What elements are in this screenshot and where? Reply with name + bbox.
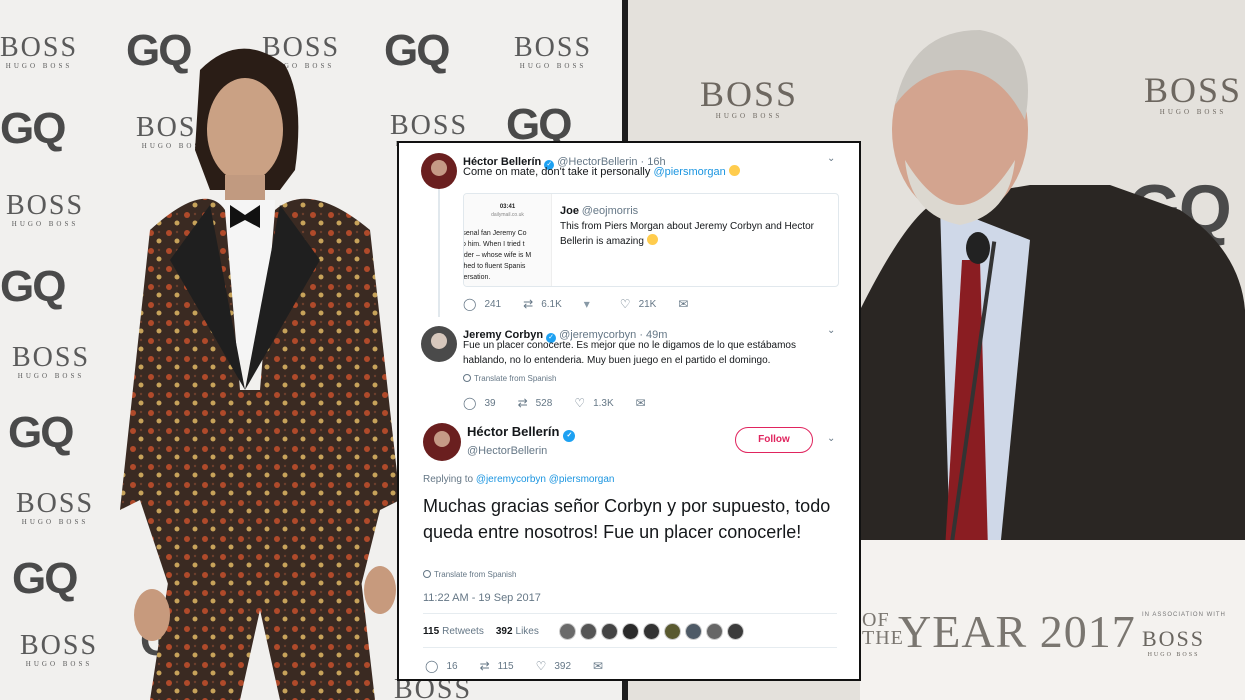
tweet2-actions: ◯ 39 ⇄ 528 ♡ 1.3K ✉ <box>463 396 676 410</box>
globe-icon <box>423 570 431 578</box>
retweet-icon: ⇄ <box>523 297 534 311</box>
main-author-name[interactable]: Héctor Bellerín ✓ <box>467 424 578 442</box>
avatar[interactable] <box>600 623 618 640</box>
divider <box>423 647 837 648</box>
avatar[interactable] <box>421 153 457 189</box>
heart-icon: ♡ <box>619 297 631 311</box>
retweet-icon: ⇄ <box>479 659 490 673</box>
message-button[interactable]: ✉ <box>678 297 696 311</box>
engagement-stats: 115 Retweets 392 Likes <box>423 623 748 640</box>
reply-button[interactable]: ◯ 16 <box>425 659 458 673</box>
main-actions: ◯ 16 ⇄ 115 ♡ 392 ✉ <box>425 659 633 673</box>
wall-boss-logo: BOSSHUGO BOSS <box>514 32 593 70</box>
follow-button[interactable]: Follow <box>735 427 813 453</box>
wall-boss-logo: BOSSHUGO BOSS <box>700 74 799 120</box>
envelope-icon: ✉ <box>678 297 689 311</box>
mention-link[interactable]: @piersmorgan <box>653 166 725 178</box>
chevron-down-icon[interactable]: ⌄ <box>827 153 835 164</box>
retweeted-indicator[interactable]: ▾ <box>584 297 598 311</box>
laughing-emoji-icon <box>728 165 740 176</box>
main-handle[interactable]: @HectorBellerin <box>467 445 578 457</box>
man-in-patterned-suit-figure <box>120 48 400 700</box>
main-author: Héctor Bellerín ✓ @HectorBellerin <box>467 424 578 457</box>
quoted-text: This from Piers Morgan about Jeremy Corb… <box>560 221 814 247</box>
retweet-icon: ⇄ <box>517 396 528 410</box>
tweet1-text: Come on mate, don't take it personally @… <box>463 165 740 180</box>
message-button[interactable]: ✉ <box>636 396 654 410</box>
avatar[interactable] <box>421 326 457 362</box>
quoted-author-name: Joe <box>560 205 579 217</box>
quoted-handle: @eojmorris <box>581 205 639 217</box>
quoted-tweet-image: 03:41 dailymail.co.uk rsenal fan Jeremy … <box>464 194 552 286</box>
wall-boss-logo: BOSSHUGO BOSS <box>12 342 91 380</box>
retweet-button[interactable]: ⇄ 528 <box>518 396 553 410</box>
retweet-button[interactable]: ⇄ 115 <box>480 659 514 673</box>
retweet-icon: ▾ <box>583 297 590 311</box>
reply-icon: ◯ <box>463 396 477 410</box>
wall-boss-logo: BOSSHUGO BOSS <box>20 630 99 668</box>
divider <box>423 613 837 614</box>
like-button[interactable]: ♡ 392 <box>536 659 571 673</box>
avatar[interactable] <box>684 623 702 640</box>
thread-connector <box>438 187 440 317</box>
retweet-button[interactable]: ⇄ 6.1K <box>523 297 562 311</box>
podium-year-text: OF THEYEAR 2017 <box>862 606 1136 657</box>
translate-link[interactable]: Translate from Spanish <box>463 374 556 383</box>
chevron-down-icon[interactable]: ⌄ <box>827 433 835 444</box>
wall-boss-logo: BOSSHUGO BOSS <box>0 32 79 70</box>
message-button[interactable]: ✉ <box>593 659 611 673</box>
replying-to: Replying to @jeremycorbyn @piersmorgan <box>423 474 615 485</box>
avatar[interactable] <box>579 623 597 640</box>
avatar[interactable] <box>621 623 639 640</box>
avatar[interactable] <box>558 623 576 640</box>
globe-icon <box>463 374 471 382</box>
avatar[interactable] <box>705 623 723 640</box>
wall-boss-logo: BOSSHUGO BOSS <box>6 190 85 228</box>
avatar[interactable] <box>663 623 681 640</box>
podium-association-label: IN ASSOCIATION WITH <box>1142 612 1226 618</box>
tweet1-actions: ◯ 241 ⇄ 6.1K ▾ ♡ 21K ✉ <box>463 297 718 311</box>
tweet-thread-card: Héctor Bellerín ✓ @HectorBellerin · 16h ⌄ … <box>397 141 861 681</box>
tweet2-text: Fue un placer conocerte. Es mejor que no… <box>463 340 796 366</box>
reply-button[interactable]: ◯ 39 <box>463 396 496 410</box>
reply-icon: ◯ <box>463 297 477 311</box>
reply-button[interactable]: ◯ 241 <box>463 297 501 311</box>
chevron-down-icon[interactable]: ⌄ <box>827 325 835 336</box>
main-tweet-text: Muchas gracias señor Corbyn y por supues… <box>423 496 831 542</box>
speaker-at-podium-figure <box>850 30 1245 570</box>
translate-link[interactable]: Translate from Spanish <box>423 570 516 579</box>
laughing-emoji-icon <box>646 234 658 245</box>
liker-avatars <box>558 623 748 640</box>
quoted-tweet[interactable]: 03:41 dailymail.co.uk rsenal fan Jeremy … <box>463 193 839 287</box>
like-button[interactable]: ♡ 1.3K <box>574 396 613 410</box>
envelope-icon: ✉ <box>635 396 646 410</box>
retweets-stat[interactable]: 115 Retweets <box>423 626 484 637</box>
wall-boss-logo: BOSSHUGO BOSS <box>16 488 95 526</box>
avatar[interactable] <box>423 423 461 461</box>
podium-boss-logo: BOSS HUGO BOSS <box>1142 626 1206 658</box>
heart-icon: ♡ <box>574 396 586 410</box>
quoted-tweet-body: Joe @eojmorris This from Piers Morgan ab… <box>560 204 828 249</box>
timestamp[interactable]: 11:22 AM - 19 Sep 2017 <box>423 592 541 604</box>
wall-gq-logo: GQ <box>8 408 74 457</box>
likes-stat[interactable]: 392 Likes <box>496 626 539 637</box>
heart-icon: ♡ <box>535 659 547 673</box>
reply-icon: ◯ <box>425 659 439 673</box>
like-button[interactable]: ♡ 21K <box>620 297 657 311</box>
replying-to-links[interactable]: @jeremycorbyn @piersmorgan <box>476 474 615 485</box>
wall-gq-logo: GQ <box>0 262 66 311</box>
wall-gq-logo: GQ <box>0 104 66 153</box>
wall-gq-logo: GQ <box>12 554 78 603</box>
verified-badge-icon: ✓ <box>563 430 576 442</box>
avatar[interactable] <box>642 623 660 640</box>
avatar[interactable] <box>726 623 744 640</box>
envelope-icon: ✉ <box>593 659 604 673</box>
